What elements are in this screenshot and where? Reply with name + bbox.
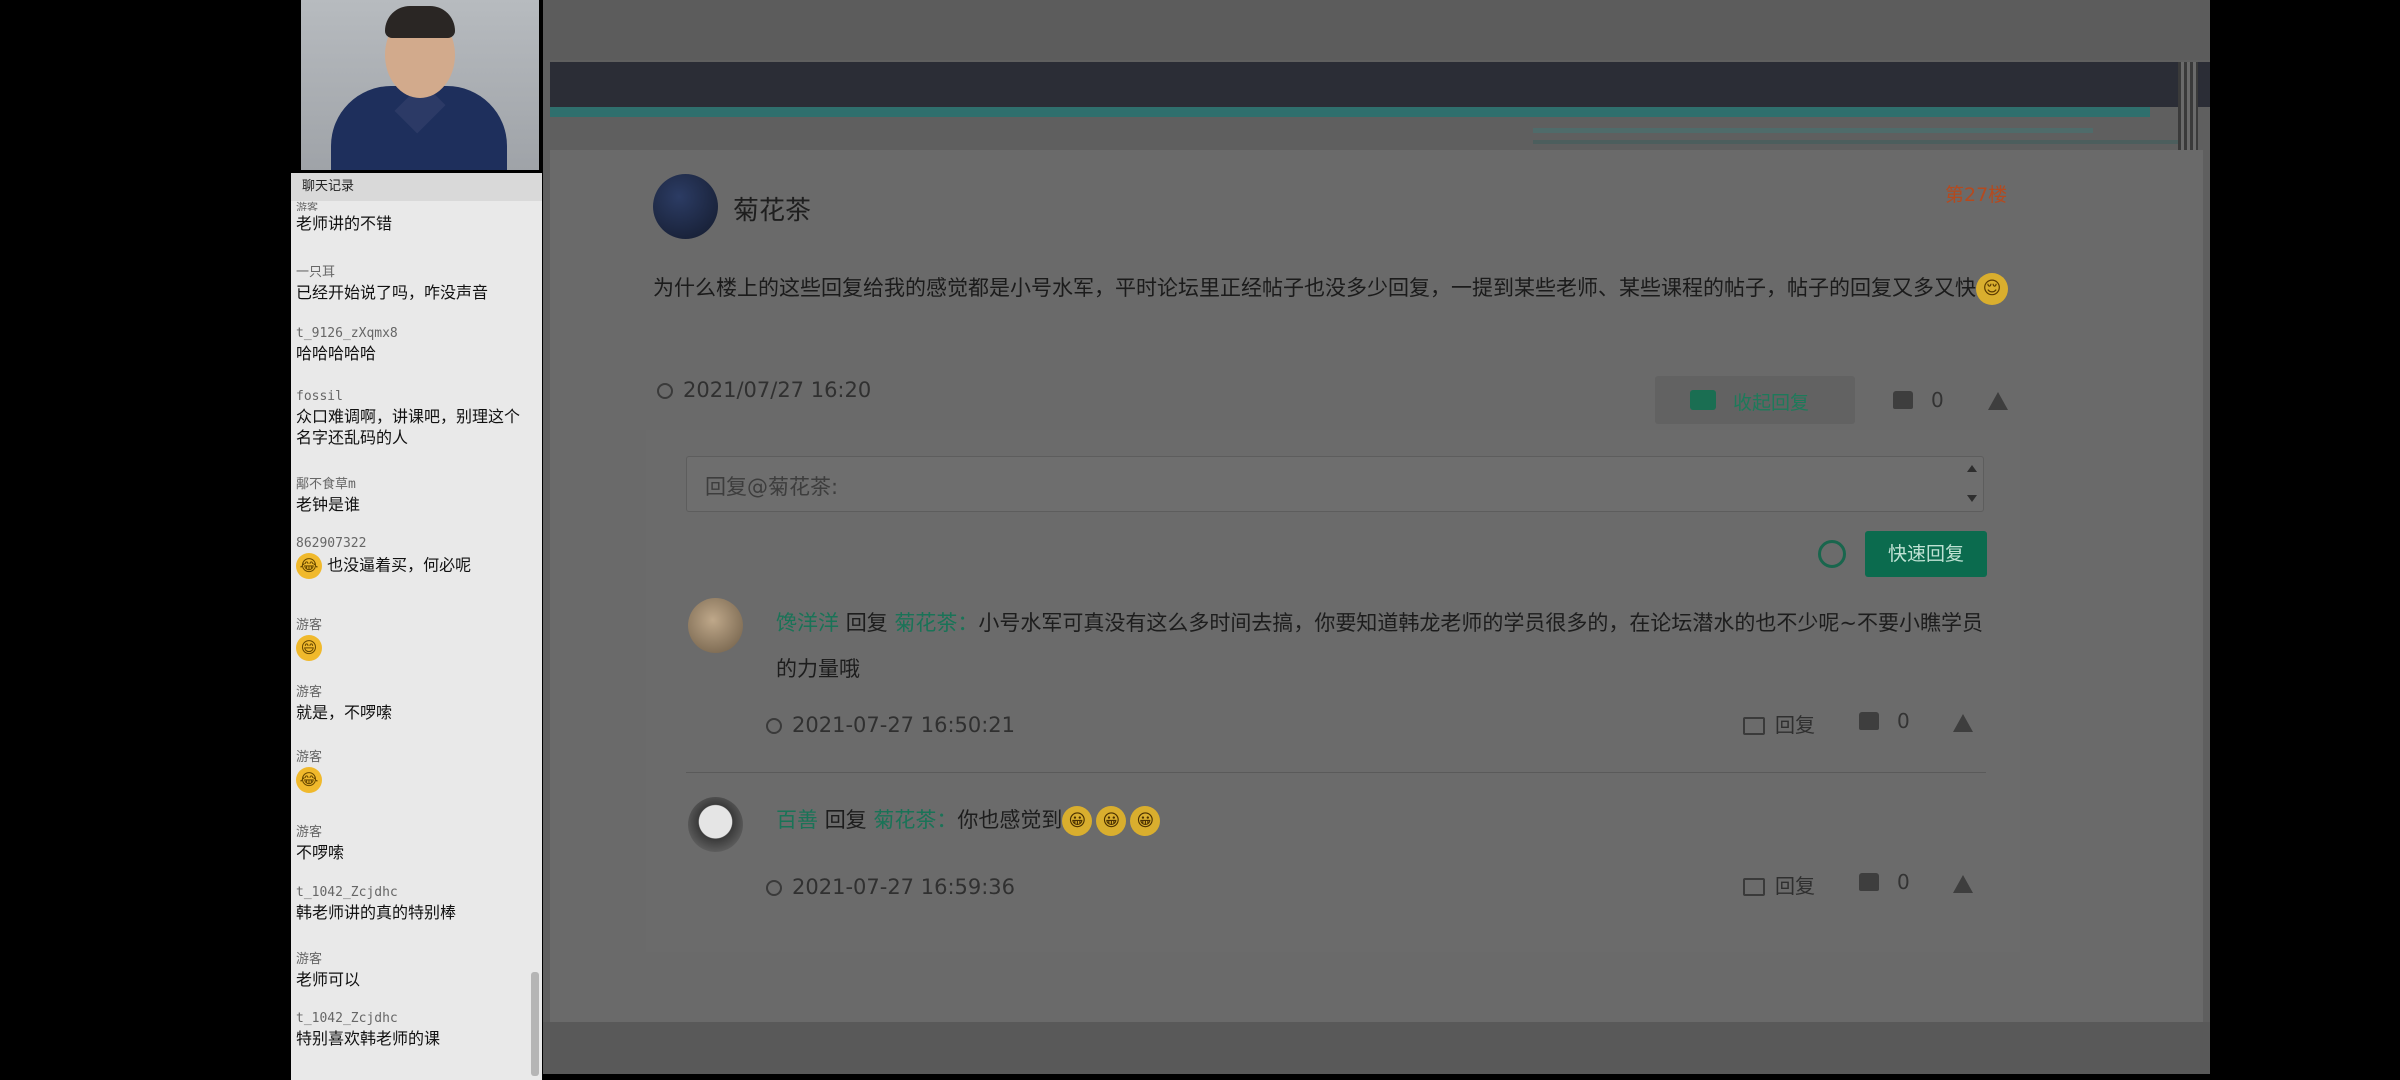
comment-icon <box>1690 390 1716 410</box>
chat-text: 老钟是谁 <box>296 495 361 514</box>
chat-text: 韩老师讲的真的特别棒 <box>296 903 457 922</box>
chat-text: 已经开始说了吗，咋没声音 <box>296 283 489 302</box>
thumbs-up-icon <box>1893 391 1913 409</box>
chat-message: 游客 😂 <box>296 746 531 793</box>
clock-icon <box>766 718 782 734</box>
chat-username: 游客 <box>296 201 318 211</box>
chat-message: fossil 众口难调啊，讲课吧，别理这个名字还乱码的人 <box>296 389 531 448</box>
comment-icon <box>1743 878 1765 896</box>
warning-icon[interactable] <box>1953 714 1973 732</box>
chat-message: 游客 老师可以 <box>296 948 531 990</box>
comment-icon <box>1743 717 1765 735</box>
grin-emoji-icon: 😀 <box>1130 806 1161 836</box>
reply-input[interactable]: 回复@菊花茶: <box>686 456 1984 512</box>
chat-message: 游客 就是，不啰嗦 <box>296 681 531 723</box>
reply-username[interactable]: 百善 <box>776 808 818 832</box>
like-button[interactable]: 0 <box>1859 709 1910 733</box>
laughing-emoji-icon: 😂 <box>296 767 322 793</box>
collapse-replies-button[interactable]: 收起回复 <box>1655 376 1855 424</box>
post-body: 为什么楼上的这些回复给我的感觉都是小号水军，平时论坛里正经帖子也没多少回复，一提… <box>653 266 2023 310</box>
reply-content: 馋洋洋 回复 菊花茶：小号水军可真没有这么多时间去搞，你要知道韩龙老师的学员很多… <box>776 611 1983 681</box>
chat-message: t_1042_Zcjdhc 特别喜欢韩老师的课 <box>296 1011 531 1049</box>
chat-scrollbar[interactable] <box>531 972 539 1076</box>
reply-button[interactable]: 回复 <box>1743 870 1815 899</box>
like-button[interactable]: 0 <box>1859 870 1910 894</box>
warning-icon[interactable] <box>1953 875 1973 893</box>
thumbs-up-icon <box>1859 712 1879 730</box>
post-author[interactable]: 菊花茶 <box>733 190 811 227</box>
chat-title: 聊天记录 <box>291 173 542 201</box>
chat-message: t_1042_Zcjdhc 韩老师讲的真的特别棒 <box>296 885 531 923</box>
chat-message: 游客 不啰嗦 <box>296 821 531 863</box>
chat-message: 一只耳 已经开始说了吗，咋没声音 <box>296 261 531 303</box>
reply-time: 2021-07-27 16:59:36 <box>766 875 1015 899</box>
reply-time: 2021-07-27 16:50:21 <box>766 713 1015 737</box>
avatar[interactable] <box>688 598 743 653</box>
chat-text: 老师可以 <box>296 970 361 989</box>
chat-username: 鄅不食草m <box>296 477 356 492</box>
clock-icon <box>657 383 673 399</box>
reply-content: 百善 回复 菊花茶：你也感觉到 😀 😀 😀 <box>776 797 1986 843</box>
scroll-down-icon[interactable] <box>1967 495 1977 502</box>
thumbs-up-icon <box>1859 873 1879 891</box>
quick-reply-button[interactable]: 快速回复 <box>1865 531 1987 577</box>
chat-username: 游客 <box>296 618 323 633</box>
grin-emoji-icon: 😀 <box>1096 806 1127 836</box>
chat-username: 一只耳 <box>296 265 336 280</box>
chat-username: 游客 <box>296 952 323 967</box>
floor-number: 第27楼 <box>1945 184 2008 206</box>
webcam-video <box>301 0 539 170</box>
chat-text: 哈哈哈哈哈 <box>296 344 377 363</box>
grin-emoji-icon: 😀 <box>1062 806 1093 836</box>
chat-username: fossil <box>296 389 343 404</box>
smile-emoji-icon: 😌 <box>1976 273 2008 305</box>
like-button[interactable]: 0 <box>1893 388 1944 412</box>
chat-username: 游客 <box>296 750 323 765</box>
chat-username: 862907322 <box>296 536 367 551</box>
chat-text: 就是，不啰嗦 <box>296 703 393 722</box>
chat-text: 也没逼着买，何必呢 <box>327 555 472 575</box>
avatar[interactable] <box>688 797 743 852</box>
chat-text: 老师讲的不错 <box>296 214 393 233</box>
reply-button[interactable]: 回复 <box>1743 709 1815 738</box>
grin-emoji-icon: 😄 <box>296 635 322 661</box>
chat-text: 众口难调啊，讲课吧，别理这个名字还乱码的人 <box>296 407 521 447</box>
chat-username: t_1042_Zcjdhc <box>296 885 398 900</box>
header-band <box>550 62 2210 107</box>
reply-target[interactable]: 菊花茶： <box>873 808 957 832</box>
clock-icon <box>766 880 782 896</box>
chat-message: 游客 😄 <box>296 614 531 661</box>
chat-username: t_9126_zXqmx8 <box>296 326 398 341</box>
chat-panel: 聊天记录 游客 老师讲的不错 一只耳 已经开始说了吗，咋没声音 t_9126_z… <box>291 173 542 1080</box>
chat-username: 游客 <box>296 825 323 840</box>
reply-target[interactable]: 菊花茶： <box>894 611 978 635</box>
divider <box>686 772 1986 773</box>
chat-message: 862907322 😂 也没逼着买，何必呢 <box>296 536 531 579</box>
chat-message: 鄅不食草m 老钟是谁 <box>296 473 531 515</box>
smiley-icon[interactable] <box>1818 540 1846 568</box>
reply-username[interactable]: 馋洋洋 <box>776 611 839 635</box>
laughing-emoji-icon: 😂 <box>296 553 322 579</box>
post-time: 2021/07/27 16:20 <box>657 378 871 402</box>
scroll-up-icon[interactable] <box>1967 465 1977 472</box>
avatar[interactable] <box>653 174 718 239</box>
chat-username: t_1042_Zcjdhc <box>296 1011 398 1026</box>
chat-message: 游客 老师讲的不错 <box>296 199 531 234</box>
chat-message: t_9126_zXqmx8 哈哈哈哈哈 <box>296 326 531 364</box>
chat-text: 不啰嗦 <box>296 843 345 862</box>
chat-username: 游客 <box>296 685 323 700</box>
warning-icon[interactable] <box>1988 392 2008 410</box>
chat-text: 特别喜欢韩老师的课 <box>296 1029 441 1048</box>
